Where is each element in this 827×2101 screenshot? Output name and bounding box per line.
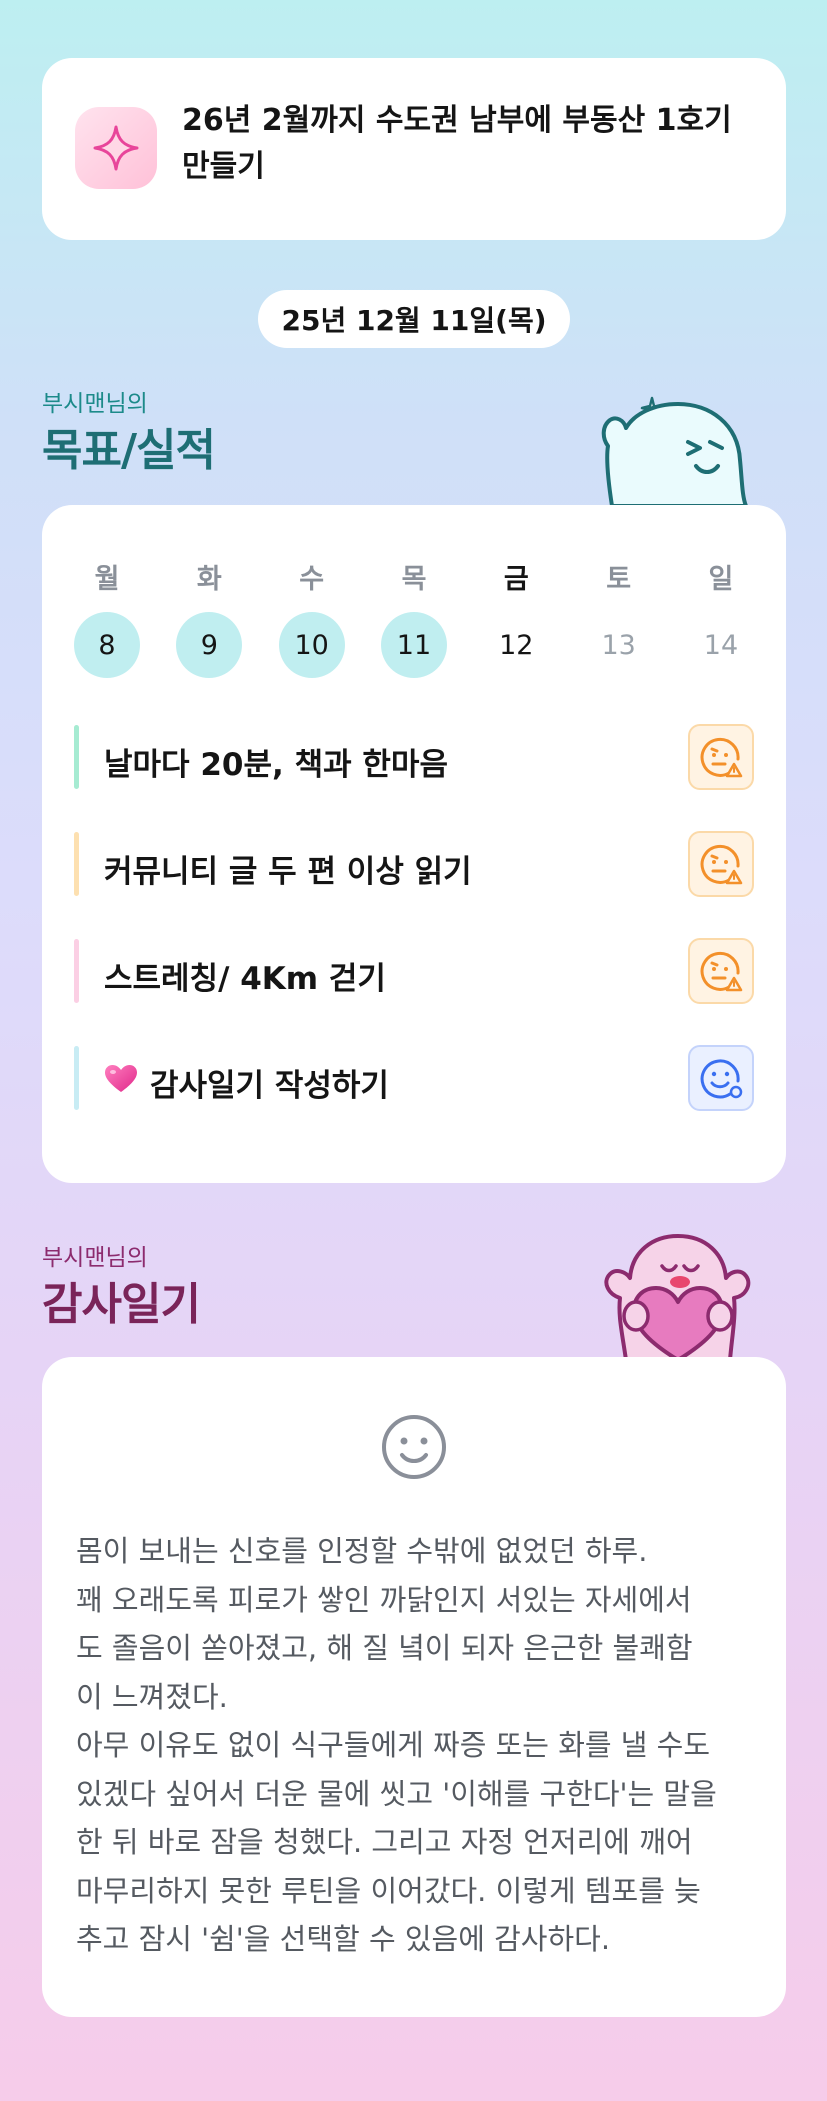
- smile-face-icon: [380, 1413, 448, 1481]
- smile-face-check-icon[interactable]: [688, 1045, 754, 1111]
- gratitude-entry-text: 몸이 보내는 신호를 인정할 수밖에 없었던 하루. 꽤 오래도록 피로가 쌓인…: [76, 1527, 766, 1964]
- day-button-future[interactable]: 13: [586, 612, 652, 678]
- day-button-future[interactable]: 14: [688, 612, 754, 678]
- mascot-waving-illustration: [598, 380, 754, 508]
- weekday-label: 일: [708, 564, 734, 595]
- worried-face-warning-icon[interactable]: [688, 831, 754, 897]
- task-color-bar: [74, 1046, 79, 1110]
- weekday-label-today: 금: [503, 564, 529, 595]
- mascot-heart-illustration: [596, 1232, 758, 1362]
- gratitude-line: 이 느껴졌다.: [76, 1679, 228, 1714]
- goal-line: 만들기: [182, 149, 265, 184]
- task-label: 스트레칭/ 4Km 걷기: [104, 953, 386, 998]
- weekday-label: 수: [299, 564, 325, 595]
- task-item[interactable]: 커뮤니티 글 두 편 이상 읽기: [74, 830, 754, 898]
- task-item[interactable]: 날마다 20분, 책과 한마음: [74, 723, 754, 791]
- task-label-text: 감사일기 작성하기: [150, 1068, 389, 1104]
- task-label-text: 스트레칭/ 4Km 걷기: [104, 961, 386, 997]
- task-item[interactable]: 스트레칭/ 4Km 걷기: [74, 937, 754, 1005]
- task-label: 감사일기 작성하기: [104, 1060, 389, 1105]
- task-label-text: 커뮤니티 글 두 편 이상 읽기: [104, 854, 472, 890]
- goal-line: 26년 2월까지 수도권 남부에 부동산 1호기: [182, 103, 732, 138]
- gratitude-journal-card[interactable]: 몸이 보내는 신호를 인정할 수밖에 없었던 하루. 꽤 오래도록 피로가 쌓인…: [42, 1357, 786, 2017]
- gratitude-line: 도 졸음이 쏟아졌고, 해 질 녘이 되자 은근한 불쾌함: [76, 1631, 693, 1665]
- goals-card: 월 화 수 목 금 토 일 8 9 10 11 12 13 14 날마다 20분…: [42, 505, 786, 1183]
- weekday-label: 월: [94, 564, 120, 595]
- sparkle-icon: [75, 107, 157, 189]
- task-item[interactable]: 감사일기 작성하기: [74, 1044, 754, 1112]
- goal-card[interactable]: 26년 2월까지 수도권 남부에 부동산 1호기 만들기: [42, 58, 786, 240]
- day-button-completed[interactable]: 11: [380, 612, 447, 678]
- task-color-bar: [74, 725, 79, 789]
- gratitude-line: 아무 이유도 없이 식구들에게 짜증 또는 화를 낼 수도: [76, 1728, 711, 1762]
- goals-section-subtitle: 부시맨님의: [42, 391, 148, 417]
- task-label: 커뮤니티 글 두 편 이상 읽기: [104, 846, 472, 891]
- task-color-bar: [74, 939, 79, 1003]
- weekday-label: 화: [196, 564, 222, 595]
- task-color-bar: [74, 832, 79, 896]
- goals-section-title: 목표/실적: [42, 425, 216, 476]
- gratitude-line: 마무리하지 못한 루틴을 이어갔다. 이렇게 템포를 늦: [76, 1873, 701, 1908]
- worried-face-warning-icon[interactable]: [688, 938, 754, 1004]
- day-number-row: 8 9 10 11 12 13 14: [74, 612, 754, 678]
- goal-text: 26년 2월까지 수도권 남부에 부동산 1호기 만들기: [182, 98, 752, 190]
- gratitude-line: 한 뒤 바로 잠을 청했다. 그리고 자정 언저리에 깨어: [76, 1825, 693, 1859]
- task-label-text: 날마다 20분, 책과 한마음: [104, 747, 448, 783]
- gratitude-line: 꽤 오래도록 피로가 쌓인 까닭인지 서있는 자세에서: [76, 1582, 692, 1617]
- task-label: 날마다 20분, 책과 한마음: [104, 739, 448, 784]
- heart-icon: [104, 1064, 138, 1102]
- day-button-completed[interactable]: 9: [176, 612, 243, 678]
- gratitude-section-subtitle: 부시맨님의: [42, 1245, 148, 1271]
- gratitude-line: 몸이 보내는 신호를 인정할 수밖에 없었던 하루.: [76, 1534, 648, 1568]
- gratitude-line: 있겠다 싶어서 더운 물에 씻고 '이해를 구한다'는 말을: [76, 1776, 717, 1811]
- gratitude-section-title: 감사일기: [42, 1279, 201, 1330]
- gratitude-line: 추고 잠시 '쉼'을 선택할 수 있음에 감사하다.: [76, 1922, 611, 1956]
- day-button-completed[interactable]: 8: [74, 612, 140, 678]
- date-selector[interactable]: 25년 12월 11일(목): [258, 290, 570, 348]
- day-button-today[interactable]: 12: [483, 612, 549, 678]
- weekday-label: 토: [606, 564, 632, 595]
- worried-face-warning-icon[interactable]: [688, 724, 754, 790]
- weekday-header-row: 월 화 수 목 금 토 일: [74, 557, 754, 596]
- weekday-label: 목: [401, 564, 427, 595]
- day-button-completed[interactable]: 10: [278, 612, 345, 678]
